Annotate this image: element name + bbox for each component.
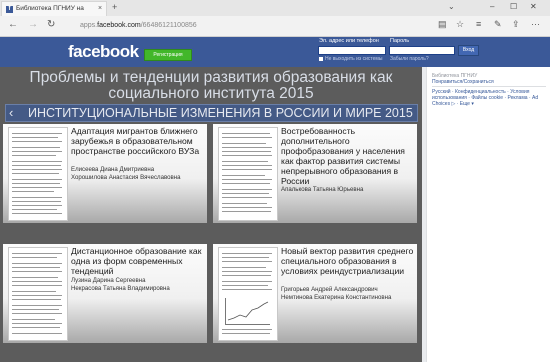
maximize-icon[interactable]: ☐ xyxy=(510,2,517,11)
article-author: Хорошилова Анастасия Вячеславовна xyxy=(71,174,181,181)
address-bar[interactable]: apps.facebook.com/66486121100856 xyxy=(80,20,340,32)
article-card[interactable]: Новый вектор развития среднего специальн… xyxy=(213,244,417,343)
register-button[interactable]: Регистрация xyxy=(144,49,192,61)
footer-link-cookies[interactable]: Файлы cookie xyxy=(471,95,503,101)
facebook-favicon-icon: f xyxy=(6,6,13,13)
notes-icon[interactable]: ✎ xyxy=(494,19,502,30)
right-sidebar: Библиотека ПГНИУ Понравиться/Сохраниться… xyxy=(426,67,550,362)
adchoices-icon: ▷ xyxy=(451,101,456,108)
reading-view-icon[interactable]: ▤ xyxy=(438,19,447,30)
article-thumbnail xyxy=(218,127,278,221)
tab-title: Библиотека ПГНИУ на xyxy=(16,5,84,12)
forgot-password-link[interactable]: Забыли пароль? xyxy=(390,56,429,62)
section-bar: ‹ ИНСТИТУЦИОНАЛЬНЫЕ ИЗМЕНЕНИЯ В РОССИИ И… xyxy=(5,104,418,122)
password-label: Пароль xyxy=(390,38,410,44)
email-label: Эл. адрес или телефон xyxy=(319,38,379,44)
article-author: Елисеева Диана Дмитриевна xyxy=(71,166,155,173)
article-thumbnail xyxy=(8,127,68,221)
tab-close-icon[interactable]: × xyxy=(98,2,102,16)
section-title: ИНСТИТУЦИОНАЛЬНЫЕ ИЗМЕНЕНИЯ В РОССИИ И М… xyxy=(28,106,413,120)
browser-chrome: f Библиотека ПГНИУ на × + ⌄ – ☐ ✕ ← → ↻ … xyxy=(0,0,550,37)
email-field[interactable] xyxy=(318,46,386,55)
article-title: Новый вектор развития среднего специальн… xyxy=(281,246,414,276)
article-author: Апалькова Татьяна Юрьевна xyxy=(281,186,364,193)
article-author: Некрасова Татьяна Владимировна xyxy=(71,285,170,292)
login-button[interactable]: Вход xyxy=(458,45,479,56)
hub-icon[interactable]: ≡ xyxy=(476,19,481,29)
article-thumbnail xyxy=(218,247,278,341)
favorite-icon[interactable]: ☆ xyxy=(456,19,464,30)
article-author: Немтинова Екатерина Константиновна xyxy=(281,294,392,301)
forward-icon[interactable]: → xyxy=(28,19,38,30)
page-title: Проблемы и тенденции развития образовани… xyxy=(29,69,393,102)
tab-list-icon[interactable]: ⌄ xyxy=(448,2,455,11)
more-icon[interactable]: ··· xyxy=(531,19,540,29)
chevron-down-icon: ▾ xyxy=(471,101,474,108)
article-card[interactable]: Адаптация мигрантов ближнего зарубежья в… xyxy=(3,124,207,223)
footer-link-more[interactable]: Еще xyxy=(460,101,470,107)
article-author: Григорьев Андрей Александрович xyxy=(281,286,378,293)
keep-logged-in-label: Не выходить из системы xyxy=(325,56,383,62)
chevron-left-icon[interactable]: ‹ xyxy=(9,105,13,121)
footer-links: Русский · Конфиденциальность · Условия и… xyxy=(432,89,539,108)
article-thumbnail xyxy=(8,247,68,341)
article-author: Лузина Дарина Сергеевна xyxy=(71,277,146,284)
refresh-icon[interactable]: ↻ xyxy=(47,19,55,30)
footer-link-ads[interactable]: Реклама xyxy=(508,95,528,101)
article-title: Востребованность дополнительного профобр… xyxy=(281,126,405,186)
back-icon[interactable]: ← xyxy=(8,19,18,30)
facebook-logo[interactable]: facebook xyxy=(68,42,139,62)
thumbnail-chart-line xyxy=(227,301,269,321)
like-save-link[interactable]: Понравиться/Сохраниться xyxy=(432,79,548,85)
tab-bar: f Библиотека ПГНИУ на × + ⌄ – ☐ ✕ xyxy=(0,0,550,16)
sidebar-divider xyxy=(432,86,546,87)
article-card[interactable]: Дистанционное образование как одна из фо… xyxy=(3,244,207,343)
app-info: Библиотека ПГНИУ Понравиться/Сохраниться xyxy=(432,73,548,85)
article-title: Дистанционное образование как одна из фо… xyxy=(71,246,202,276)
article-title: Адаптация мигрантов ближнего зарубежья в… xyxy=(71,126,200,156)
browser-tab[interactable]: f Библиотека ПГНИУ на × xyxy=(1,1,107,16)
share-icon[interactable]: ⇪ xyxy=(512,19,520,30)
keep-logged-in-checkbox[interactable] xyxy=(319,57,323,61)
navigation-bar: ← → ↻ apps.facebook.com/66486121100856 ▤… xyxy=(0,16,550,36)
article-card[interactable]: Востребованность дополнительного профобр… xyxy=(213,124,417,223)
new-tab-icon[interactable]: + xyxy=(112,2,117,12)
app-canvas: Проблемы и тенденции развития образовани… xyxy=(0,67,422,362)
minimize-icon[interactable]: – xyxy=(490,2,494,11)
password-field[interactable] xyxy=(389,46,455,55)
close-window-icon[interactable]: ✕ xyxy=(530,2,537,11)
thumbnail-chart xyxy=(225,298,270,325)
